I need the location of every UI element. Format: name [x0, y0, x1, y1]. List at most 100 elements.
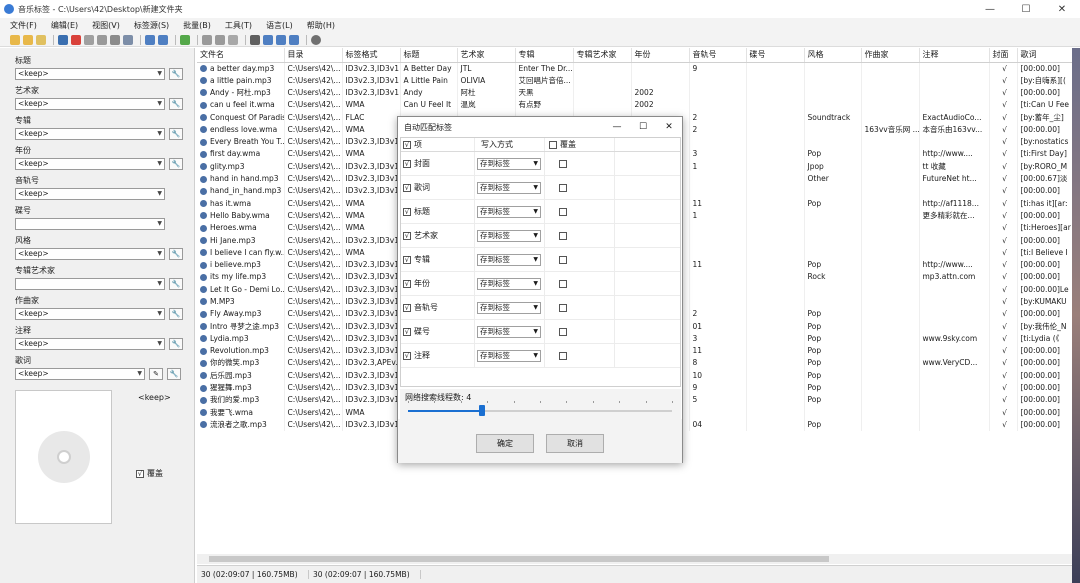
tag-icon[interactable] [263, 34, 273, 45]
column-header[interactable]: 碟号 [746, 48, 805, 63]
remove-icon[interactable] [71, 34, 81, 45]
maximize-button[interactable]: ☐ [1008, 0, 1044, 18]
wrench-button[interactable]: 🔧 [169, 68, 183, 80]
ok-button[interactable]: 确定 [476, 434, 534, 453]
option-checkbox[interactable]: √ [403, 207, 411, 216]
thread-slider-thumb[interactable] [478, 405, 485, 416]
write-mode-select[interactable]: 存到标签 ▼ [477, 277, 541, 290]
write-mode-select[interactable]: 存到标签 ▼ [477, 349, 541, 362]
list-icon[interactable] [202, 34, 212, 45]
save-icon[interactable] [58, 34, 68, 45]
match-tag-icon[interactable] [180, 34, 190, 45]
column-header[interactable]: 注释 [919, 48, 990, 63]
table-row[interactable]: Andy - 阿杜.mp3 C:\Users\42\... ID3v2.3,ID3v… [197, 86, 1080, 100]
write-mode-select[interactable]: 存到标签 ▼ [477, 325, 541, 338]
menu-language[interactable]: 语言(L) [266, 20, 293, 31]
open-folder-icon[interactable] [10, 34, 20, 45]
menu-batch[interactable]: 批量(B) [183, 20, 211, 31]
add-folder-icon[interactable] [23, 34, 33, 45]
wrench-button[interactable]: 🔧 [169, 278, 183, 290]
column-header[interactable]: 艺术家 [457, 48, 516, 63]
back-icon[interactable] [228, 34, 238, 45]
grid-icon[interactable] [158, 34, 168, 45]
book-icon[interactable] [97, 34, 107, 45]
window-icon[interactable] [289, 34, 299, 45]
write-mode-select[interactable]: 存到标签 ▼ [477, 301, 541, 314]
wrench-button[interactable]: 🔧 [169, 158, 183, 170]
checkbox-icon[interactable]: √ [136, 469, 144, 478]
horizontal-scrollbar[interactable] [197, 554, 1080, 564]
write-mode-select[interactable]: 存到标签 ▼ [477, 229, 541, 242]
composer-combo[interactable]: <keep> ▼ [15, 308, 165, 320]
title-combo[interactable]: <keep> ▼ [15, 68, 165, 80]
overwrite-checkbox[interactable]: √ 覆盖 [136, 468, 163, 479]
undo-icon[interactable] [84, 34, 94, 45]
export-icon[interactable] [215, 34, 225, 45]
column-header[interactable]: 专辑 [515, 48, 574, 63]
column-header[interactable]: 封面 [989, 48, 1018, 63]
lyrics-combo[interactable]: <keep> ▼ [15, 368, 145, 380]
select-all-checkbox[interactable]: √ [403, 140, 411, 149]
dialog-minimize-button[interactable]: — [604, 117, 630, 137]
add-files-icon[interactable] [36, 34, 46, 45]
overwrite-checkbox[interactable] [559, 231, 567, 240]
cover-art-box[interactable] [15, 390, 112, 524]
search-icon[interactable] [110, 34, 120, 45]
wrench-button[interactable]: 🔧 [169, 308, 183, 320]
disc-combo[interactable]: ▼ [15, 218, 165, 230]
column-header[interactable]: 标签格式 [342, 48, 401, 63]
overwrite-checkbox[interactable] [559, 351, 567, 360]
wrench-button[interactable]: 🔧 [169, 98, 183, 110]
menu-help[interactable]: 帮助(H) [307, 20, 335, 31]
option-checkbox[interactable]: √ [403, 231, 411, 240]
option-checkbox[interactable]: √ [403, 159, 411, 168]
option-checkbox[interactable]: √ [403, 327, 411, 336]
genre-combo[interactable]: <keep> ▼ [15, 248, 165, 260]
column-header[interactable]: 目录 [284, 48, 343, 63]
year-combo[interactable]: <keep> ▼ [15, 158, 165, 170]
wrench-button[interactable]: 🔧 [169, 338, 183, 350]
column-header[interactable]: 风格 [804, 48, 862, 63]
overwrite-all-checkbox[interactable] [549, 140, 557, 149]
write-mode-select[interactable]: 存到标签 ▼ [477, 253, 541, 266]
option-checkbox[interactable]: √ [403, 351, 411, 360]
write-mode-select[interactable]: 存到标签 ▼ [477, 181, 541, 194]
wrench-button[interactable]: 🔧 [169, 248, 183, 260]
overwrite-checkbox[interactable] [559, 303, 567, 312]
table-row[interactable]: a better day.mp3 C:\Users\42\... ID3v2.3,I… [197, 62, 1080, 75]
dialog-maximize-button[interactable]: ☐ [630, 117, 656, 137]
overwrite-checkbox[interactable] [559, 159, 567, 168]
column-header[interactable]: 文件名 [197, 48, 285, 63]
wrench-icon[interactable] [250, 34, 260, 45]
column-header[interactable]: 年份 [631, 48, 690, 63]
write-mode-select[interactable]: 存到标签 ▼ [477, 205, 541, 218]
minimize-button[interactable]: — [972, 0, 1008, 18]
menu-file[interactable]: 文件(F) [10, 20, 37, 31]
menu-tools[interactable]: 工具(T) [225, 20, 252, 31]
close-button[interactable]: ✕ [1044, 0, 1080, 18]
artist-combo[interactable]: <keep> ▼ [15, 98, 165, 110]
column-header[interactable]: 专辑艺术家 [573, 48, 632, 63]
wrench-button[interactable]: 🔧 [167, 368, 181, 380]
menu-edit[interactable]: 编辑(E) [51, 20, 78, 31]
wrench-button[interactable]: 🔧 [169, 128, 183, 140]
option-checkbox[interactable]: √ [403, 255, 411, 264]
globe-icon[interactable] [123, 34, 133, 45]
menu-tag-source[interactable]: 标签源(S) [134, 20, 169, 31]
gear-icon[interactable] [311, 34, 321, 45]
option-checkbox[interactable]: √ [403, 279, 411, 288]
column-header[interactable]: 音轨号 [689, 48, 747, 63]
dialog-close-button[interactable]: ✕ [656, 117, 682, 137]
overwrite-checkbox[interactable] [559, 279, 567, 288]
comment-combo[interactable]: <keep> ▼ [15, 338, 165, 350]
album-combo[interactable]: <keep> ▼ [15, 128, 165, 140]
cancel-button[interactable]: 取消 [546, 434, 604, 453]
overwrite-checkbox[interactable] [559, 207, 567, 216]
menu-view[interactable]: 视图(V) [92, 20, 120, 31]
option-checkbox[interactable]: √ [403, 303, 411, 312]
write-mode-select[interactable]: 存到标签 ▼ [477, 157, 541, 170]
edit-lyrics-button[interactable]: ✎ [149, 368, 163, 380]
overwrite-checkbox[interactable] [559, 255, 567, 264]
table-row[interactable]: can u feel it.wma C:\Users\42\... WMA Can U… [197, 99, 1080, 112]
column-header[interactable]: 标题 [400, 48, 458, 63]
